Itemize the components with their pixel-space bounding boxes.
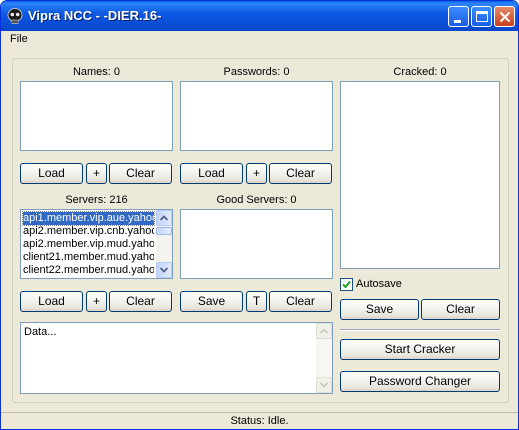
- chevron-down-icon: [319, 382, 329, 388]
- close-button[interactable]: [494, 6, 515, 27]
- close-icon: [499, 11, 511, 23]
- names-list[interactable]: [20, 81, 173, 151]
- maximize-button[interactable]: [471, 6, 492, 27]
- passwords-label: Passwords: 0: [223, 66, 290, 78]
- password-changer-button[interactable]: Password Changer: [340, 371, 500, 392]
- servers-add-button[interactable]: +: [86, 291, 107, 312]
- status-bar: Status: Idle.: [1, 412, 518, 429]
- chevron-up-icon: [319, 328, 329, 334]
- passwords-list[interactable]: [180, 81, 333, 151]
- servers-list[interactable]: api1.member.vip.aue.yahoo api2.member.vi…: [20, 209, 173, 279]
- autosave-label[interactable]: Autosave: [356, 278, 402, 290]
- names-add-button[interactable]: +: [86, 163, 107, 184]
- names-label: Names: 0: [72, 66, 121, 78]
- minimize-icon: [454, 20, 461, 23]
- names-load-button[interactable]: Load: [20, 163, 83, 184]
- skull-icon: [6, 7, 24, 25]
- server-list-item[interactable]: client22.member.mud.yahoo: [23, 264, 154, 277]
- servers-scrollbar[interactable]: [156, 210, 172, 278]
- scroll-up-button[interactable]: [316, 323, 332, 339]
- names-clear-button[interactable]: Clear: [109, 163, 172, 184]
- menu-bar: File: [1, 31, 518, 50]
- window-title: Vipra NCC - -DIER.16-: [28, 8, 162, 23]
- server-list-item[interactable]: client21.member.mud.yahoo: [23, 251, 154, 264]
- server-list-item[interactable]: api2.member.vip.cnb.yahoo: [23, 225, 154, 238]
- status-text: Status: Idle.: [230, 415, 289, 427]
- scroll-thumb[interactable]: [156, 227, 172, 235]
- passwords-clear-button[interactable]: Clear: [269, 163, 332, 184]
- good-servers-list[interactable]: [180, 209, 333, 279]
- good-servers-label: Good Servers: 0: [216, 194, 297, 206]
- good-servers-clear-button[interactable]: Clear: [269, 291, 332, 312]
- scroll-down-button[interactable]: [316, 377, 332, 393]
- main-window: Vipra NCC - -DIER.16- File Names: 0 Load…: [0, 0, 519, 430]
- cracked-label: Cracked: 0: [393, 66, 447, 78]
- scroll-up-button[interactable]: [156, 210, 172, 226]
- menu-file[interactable]: File: [10, 33, 28, 45]
- log-text: Data...: [24, 326, 57, 338]
- cracked-clear-button[interactable]: Clear: [421, 299, 500, 320]
- chevron-down-icon: [159, 267, 169, 273]
- cracked-list[interactable]: [340, 81, 500, 269]
- chevron-up-icon: [159, 215, 169, 221]
- separator: [340, 329, 500, 331]
- checkmark-icon: [342, 280, 351, 289]
- maximize-icon: [476, 11, 488, 22]
- autosave-checkbox[interactable]: [340, 278, 353, 291]
- passwords-add-button[interactable]: +: [246, 163, 267, 184]
- log-scrollbar[interactable]: [316, 323, 332, 393]
- servers-label: Servers: 216: [65, 194, 128, 206]
- cracked-save-button[interactable]: Save: [340, 299, 419, 320]
- server-list-item[interactable]: api1.member.vip.aue.yahoo: [22, 211, 155, 226]
- server-list-item[interactable]: api2.member.vip.mud.yahoo: [23, 238, 154, 251]
- minimize-button[interactable]: [448, 6, 469, 27]
- start-cracker-button[interactable]: Start Cracker: [340, 339, 500, 360]
- log-textarea[interactable]: Data...: [20, 322, 333, 394]
- servers-load-button[interactable]: Load: [20, 291, 83, 312]
- good-servers-t-button[interactable]: T: [246, 291, 267, 312]
- good-servers-save-button[interactable]: Save: [180, 291, 243, 312]
- servers-clear-button[interactable]: Clear: [109, 291, 172, 312]
- title-bar[interactable]: Vipra NCC - -DIER.16-: [1, 1, 518, 31]
- passwords-load-button[interactable]: Load: [180, 163, 243, 184]
- scroll-down-button[interactable]: [156, 262, 172, 278]
